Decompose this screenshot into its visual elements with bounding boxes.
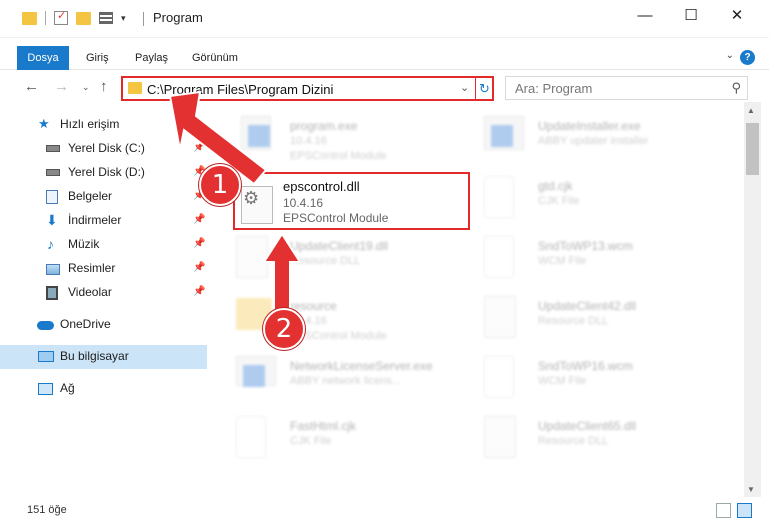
step-2-badge: 2 (263, 308, 305, 350)
details-view-icon[interactable] (716, 503, 731, 518)
annotation-arrows (168, 90, 302, 333)
item-count: 151 öğe (27, 504, 67, 516)
step-1-badge: 1 (199, 164, 241, 206)
tiles-view-icon[interactable] (737, 503, 752, 518)
status-bar: 151 öğe (0, 500, 769, 529)
